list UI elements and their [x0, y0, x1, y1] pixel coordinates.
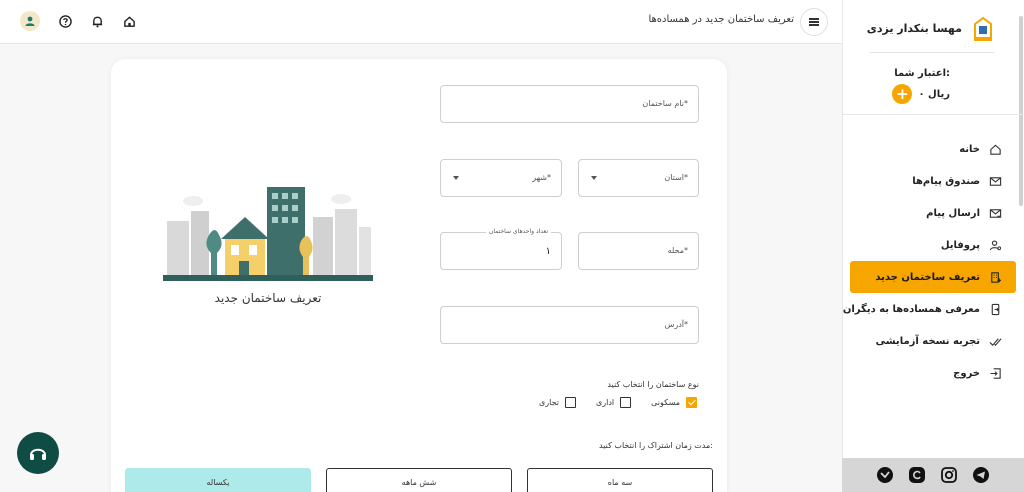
- telegram-icon[interactable]: [973, 467, 989, 483]
- sidebar-nav: خانه صندوق پیام‌ها ارسال پیام پروفایل تع…: [842, 133, 1024, 389]
- sidebar-item-label: خروج: [953, 367, 980, 379]
- sidebar-item-send-message[interactable]: ارسال پیام: [842, 197, 1024, 229]
- building-type-options: مسکونی اداری تجاری: [539, 397, 697, 408]
- address-field[interactable]: آدرس*: [440, 306, 699, 344]
- eitaa-icon[interactable]: [909, 467, 925, 483]
- home-icon: [988, 142, 1002, 156]
- sidebar-item-home[interactable]: خانه: [842, 133, 1024, 165]
- duration-six-months-button[interactable]: شش ماهه: [326, 468, 512, 492]
- support-chat-button[interactable]: [17, 432, 59, 474]
- sidebar-item-label: صندوق پیام‌ها: [912, 175, 980, 187]
- home-icon[interactable]: [120, 12, 138, 30]
- share-device-icon: [988, 302, 1002, 316]
- headset-icon: [30, 448, 46, 460]
- address-placeholder: آدرس*: [664, 320, 688, 329]
- divider: [870, 52, 994, 53]
- mail-icon: [988, 174, 1002, 188]
- building-type-label: نوع ساختمان را انتخاب کنید: [607, 380, 699, 389]
- social-links: [842, 458, 1024, 492]
- city-placeholder: شهر*: [532, 173, 551, 182]
- credit-row: + ۰ ریال: [892, 84, 950, 104]
- sidebar-item-inbox[interactable]: صندوق پیام‌ها: [842, 165, 1024, 197]
- office-label: اداری: [595, 398, 615, 407]
- neighborhood-placeholder: محله*: [667, 246, 688, 255]
- sidebar-item-label: معرفی همساده‌ها به دیگران: [842, 303, 980, 315]
- residential-label: مسکونی: [651, 398, 680, 407]
- double-check-icon: [988, 334, 1002, 348]
- building-name-field[interactable]: نام ساختمان*: [440, 85, 699, 123]
- help-icon[interactable]: [56, 12, 74, 30]
- sidebar-item-logout[interactable]: خروج: [842, 357, 1024, 389]
- user-avatar-icon[interactable]: [20, 11, 40, 31]
- credit-value: ۰ ریال: [918, 88, 950, 100]
- neighborhood-field[interactable]: محله*: [578, 232, 699, 270]
- sidebar-user: مهسا بنکدار یزدی: [842, 8, 1024, 48]
- sidebar-item-refer[interactable]: معرفی همساده‌ها به دیگران: [842, 293, 1024, 325]
- page-title: تعریف ساختمان جدید در همساده‌ها: [648, 14, 794, 25]
- bale-icon[interactable]: [877, 467, 893, 483]
- logout-icon: [988, 366, 1002, 380]
- app-logo-icon: [974, 16, 992, 41]
- duration-three-months-button[interactable]: سه ماه: [527, 468, 713, 492]
- province-placeholder: استان*: [664, 173, 688, 182]
- city-select[interactable]: شهر*: [440, 159, 562, 197]
- sidebar-item-beta[interactable]: تجربه نسخه آزمایشی: [842, 325, 1024, 357]
- residential-checkbox[interactable]: [686, 397, 697, 408]
- office-checkbox[interactable]: [620, 397, 632, 408]
- sidebar-item-label: پروفایل: [940, 239, 980, 251]
- duration-one-year-button[interactable]: یکساله: [125, 468, 311, 492]
- building-form-card: نام ساختمان* استان* شهر* محله* تعداد واح…: [111, 59, 727, 492]
- divider: [842, 114, 1024, 115]
- add-credit-button[interactable]: +: [892, 84, 913, 104]
- menu-toggle-button[interactable]: [800, 8, 828, 36]
- sidebar-item-label: تعریف ساختمان جدید: [875, 271, 980, 283]
- hamburger-icon: [809, 21, 819, 23]
- commercial-checkbox[interactable]: [564, 397, 576, 408]
- buildings-illustration: [163, 187, 373, 281]
- province-select[interactable]: استان*: [578, 159, 699, 197]
- credit-label: اعتبار شما:: [894, 68, 950, 79]
- user-settings-icon: [988, 238, 1002, 252]
- sidebar: مهسا بنکدار یزدی اعتبار شما: + ۰ ریال خا…: [842, 0, 1024, 492]
- building-name-placeholder: نام ساختمان*: [642, 99, 688, 108]
- instagram-icon[interactable]: [941, 467, 957, 483]
- top-bar: تعریف ساختمان جدید در همساده‌ها: [0, 0, 842, 44]
- sidebar-item-label: ارسال پیام: [926, 207, 980, 219]
- chevron-down-icon: [453, 176, 459, 180]
- building-add-icon: [988, 270, 1002, 284]
- chevron-down-icon: [591, 176, 597, 180]
- sidebar-item-label: تجربه نسخه آزمایشی: [875, 335, 980, 347]
- sidebar-item-label: خانه: [959, 143, 980, 155]
- sidebar-item-profile[interactable]: پروفایل: [842, 229, 1024, 261]
- sidebar-item-new-building[interactable]: تعریف ساختمان جدید: [850, 261, 1016, 293]
- units-count-value: ۱: [545, 246, 551, 257]
- units-count-field[interactable]: تعداد واحدهای ساختمان ۱: [440, 228, 562, 270]
- send-mail-icon: [988, 206, 1002, 220]
- commercial-label: تجاری: [539, 398, 559, 407]
- units-count-label: تعداد واحدهای ساختمان: [485, 228, 551, 235]
- illustration-caption: تعریف ساختمان جدید: [214, 291, 322, 305]
- user-name: مهسا بنکدار یزدی: [866, 21, 962, 35]
- subscription-label: مدت زمان اشتراک را انتخاب کنید:: [599, 441, 713, 450]
- notification-bell-icon[interactable]: [88, 12, 106, 30]
